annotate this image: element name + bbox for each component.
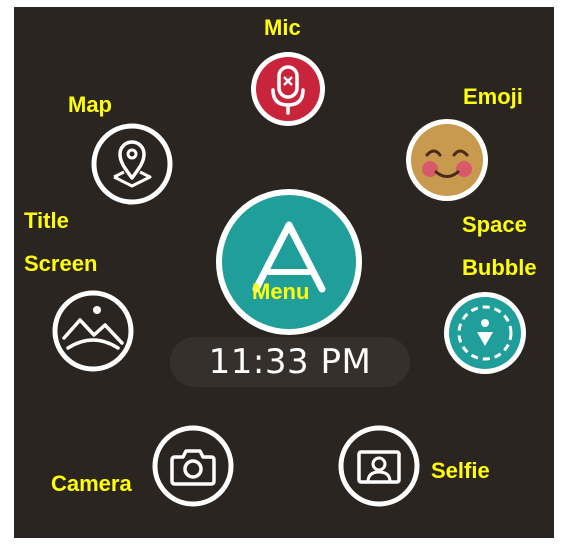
mic-button[interactable] <box>249 50 327 128</box>
camera-label: Camera <box>51 471 132 496</box>
emoji-face-icon <box>406 119 488 201</box>
selfie-icon <box>338 425 420 507</box>
menu-button[interactable] <box>214 187 364 337</box>
space-bubble-button[interactable] <box>442 290 528 376</box>
landscape-icon <box>52 290 134 372</box>
menu-label: Menu <box>252 279 310 304</box>
title-screen-button[interactable] <box>50 288 136 374</box>
map-pin-icon <box>91 123 173 205</box>
clock-display: 11:33 PM <box>170 337 410 387</box>
space-bubble-label-line1: Space <box>462 212 527 237</box>
mic-label: Mic <box>264 15 301 40</box>
emoji-label: Emoji <box>463 84 523 109</box>
selfie-label: Selfie <box>431 458 490 483</box>
triangle-home-icon <box>216 189 362 335</box>
selfie-button[interactable] <box>336 423 422 509</box>
title-screen-label-line2: Screen <box>24 251 98 276</box>
camera-icon <box>152 425 234 507</box>
emoji-button[interactable] <box>404 117 490 203</box>
title-screen-label-line1: Title <box>24 208 69 233</box>
mic-muted-icon <box>251 52 325 126</box>
space-bubble-icon <box>444 292 526 374</box>
space-bubble-label-line2: Bubble <box>462 255 537 280</box>
map-label: Map <box>68 92 112 117</box>
map-button[interactable] <box>89 121 175 207</box>
camera-button[interactable] <box>150 423 236 509</box>
